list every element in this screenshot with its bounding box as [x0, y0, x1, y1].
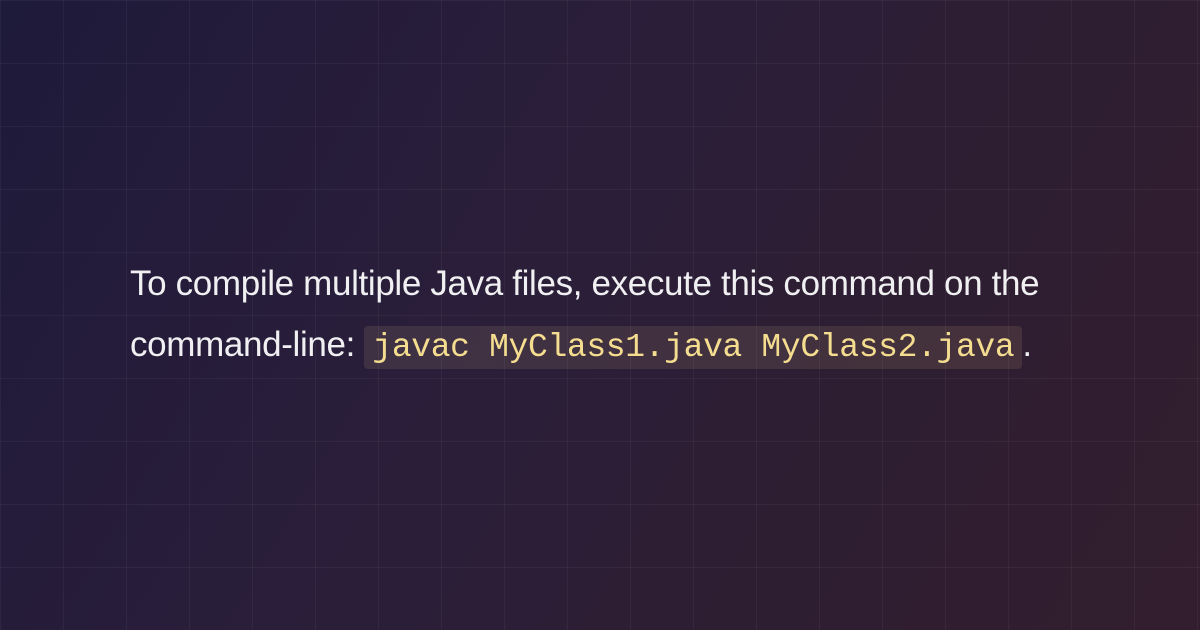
- prose-text-after: .: [1022, 325, 1031, 364]
- content-container: To compile multiple Java files, execute …: [0, 0, 1200, 630]
- code-snippet: javac MyClass1.java MyClass2.java: [364, 326, 1022, 369]
- instruction-text: To compile multiple Java files, execute …: [130, 253, 1070, 377]
